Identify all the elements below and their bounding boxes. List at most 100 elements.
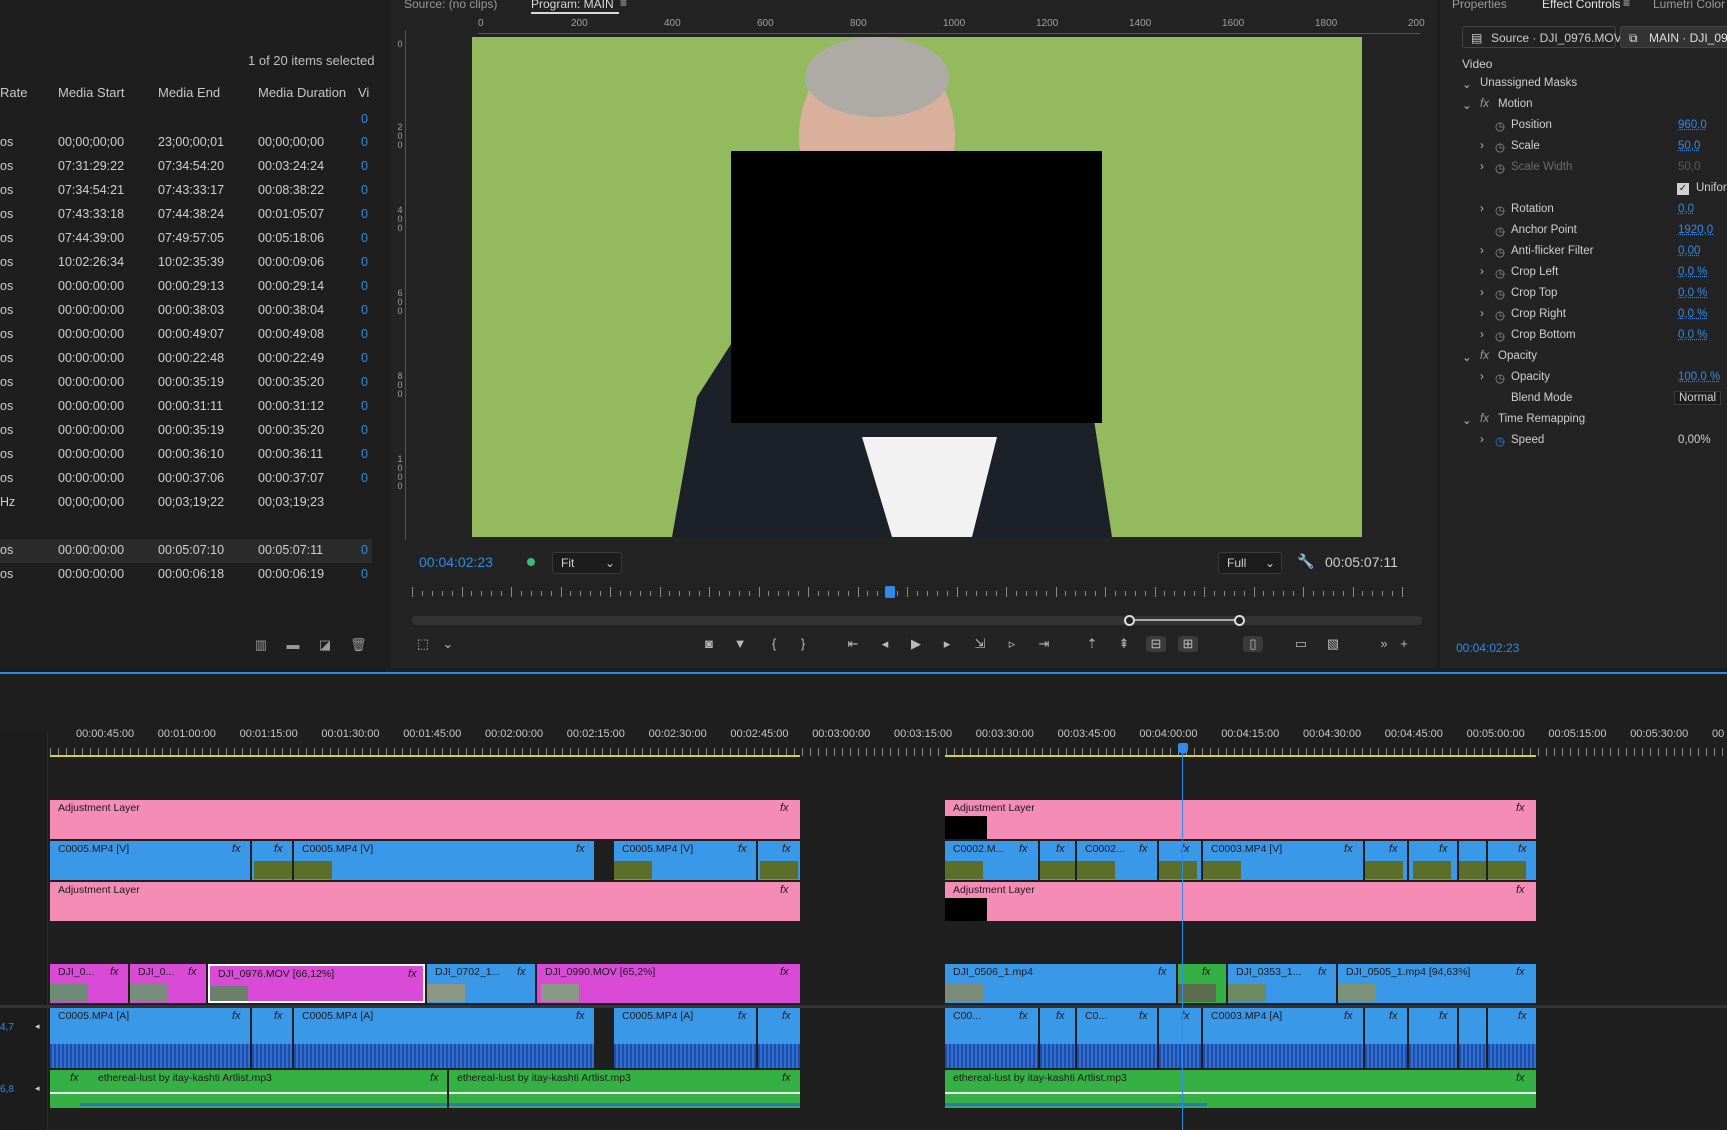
chevron-right-icon[interactable]: ›	[1480, 371, 1484, 383]
go-to-in-icon[interactable]: ⇤	[843, 636, 863, 652]
effect-value[interactable]: Normal	[1674, 391, 1722, 405]
stopwatch-icon[interactable]: ◷	[1495, 308, 1505, 322]
fx-badge[interactable]: fx	[782, 843, 791, 855]
timeline-playhead-line[interactable]	[1182, 752, 1183, 1130]
chevron-right-icon[interactable]: ›	[1480, 161, 1484, 173]
effect-row[interactable]: › ◷ Crop Bottom 0,0 %	[1440, 326, 1727, 347]
menu-icon[interactable]: ≡	[620, 0, 627, 10]
effect-value[interactable]: 50,0	[1678, 140, 1700, 152]
effect-value[interactable]: 0,00%	[1678, 434, 1711, 446]
fx-badge[interactable]: fx	[576, 1010, 585, 1022]
clip-adjustment-layer[interactable]: Adjustment Layer fx	[50, 882, 800, 921]
tab-lumetri-color[interactable]: Lumetri Color	[1653, 0, 1725, 11]
clip-dji-a[interactable]: DJI_0... fx	[50, 964, 128, 1003]
fx-badge[interactable]: fx	[1019, 843, 1028, 855]
effect-row[interactable]: › ◷ Crop Top 0,0 %	[1440, 284, 1727, 305]
effect-value[interactable]: 50,0	[1678, 161, 1700, 173]
fx-badge[interactable]: fx	[188, 966, 197, 978]
fx-badge[interactable]: fx	[1439, 843, 1448, 855]
chevron-down-icon[interactable]: ⌄	[438, 636, 458, 652]
stopwatch-icon[interactable]: ◷	[1495, 203, 1505, 217]
clip-audio-tail[interactable]: fx	[758, 1008, 800, 1068]
scroll-handle-right[interactable]	[1234, 615, 1245, 626]
clip-selected-green[interactable]: fx	[1178, 964, 1226, 1003]
clip-dji-b[interactable]: DJI_0... fx	[130, 964, 206, 1003]
clip-c0005-v[interactable]: C0005.MP4 [V] fx	[294, 841, 594, 880]
fx-badge[interactable]: fx	[1389, 1010, 1398, 1022]
source-chip[interactable]: ▤ Source · DJI_0976.MOV	[1462, 26, 1622, 48]
clip-dji-0976[interactable]: DJI_0976.MOV [66,12%] fx	[208, 964, 425, 1003]
fx-badge[interactable]: fx	[1518, 843, 1527, 855]
clip-music-1[interactable]: fx ethereal-lust by itay-kashti Artlist.…	[50, 1070, 447, 1108]
clip-dji-0505[interactable]: DJI_0505_1.mp4 [94,63%] fx	[1338, 964, 1536, 1003]
clip-adjustment-layer[interactable]: Adjustment Layer fx	[945, 800, 1536, 839]
clip-short[interactable]: fx	[1040, 841, 1075, 880]
new-item-icon[interactable]: ◪	[318, 638, 332, 652]
safe-margins-icon[interactable]: ⬚	[413, 636, 433, 652]
effect-value[interactable]: 0,0 %	[1678, 287, 1707, 299]
stopwatch-icon[interactable]: ◷	[1495, 245, 1505, 259]
stopwatch-icon[interactable]: ◷	[1495, 140, 1505, 154]
effect-row[interactable]: › ◷ Scale 50,0	[1440, 137, 1727, 158]
col-media-end[interactable]: Media End	[158, 85, 220, 100]
project-row[interactable]: os 07:44:39:00 07:49:57:05 00:05:18:06 0	[0, 227, 372, 251]
col-rate[interactable]: Rate	[0, 85, 27, 100]
stopwatch-icon[interactable]: ◷	[1495, 329, 1505, 343]
stopwatch-icon[interactable]: ◷	[1495, 287, 1505, 301]
current-timecode[interactable]: 00:04:02:23	[419, 554, 493, 570]
project-row[interactable]: os 00:00:00:00 00:00:29:13 00:00:29:14 0	[0, 275, 372, 299]
playhead-marker[interactable]	[885, 586, 896, 598]
effect-row[interactable]: › ◷ Scale Width 50,0	[1440, 158, 1727, 179]
stopwatch-icon[interactable]: ◷	[1495, 434, 1505, 448]
project-row[interactable]: os 07:34:54:21 07:43:33:17 00:08:38:22 0	[0, 179, 372, 203]
chevron-down-icon[interactable]: ⌄	[1462, 413, 1472, 427]
fx-badge[interactable]: fx	[738, 1010, 747, 1022]
clip-audio-short[interactable]	[1459, 1008, 1486, 1068]
effect-value[interactable]: 0,0 %	[1678, 308, 1707, 320]
fx-badge[interactable]: fx	[1139, 1010, 1148, 1022]
effect-row[interactable]: ⌄ fx Time Remapping	[1440, 410, 1727, 431]
tab-properties[interactable]: Properties	[1452, 0, 1507, 11]
track-arrow-icon[interactable]: ◂	[35, 1083, 40, 1094]
project-row[interactable]: os 00:00:00:00 00:00:06:18 00:00:06:19 0	[0, 563, 372, 587]
scroll-handle-left[interactable]	[1124, 615, 1135, 626]
extract-icon[interactable]: ⇞	[1114, 636, 1134, 652]
menu-icon[interactable]: ≡	[1623, 0, 1630, 10]
effect-value[interactable]: 960,0	[1678, 119, 1707, 131]
fx-badge[interactable]: fx	[1158, 966, 1167, 978]
clip-audio-short[interactable]: fx	[1040, 1008, 1075, 1068]
clip-dji-0506[interactable]: DJI_0506_1.mp4 fx	[945, 964, 1176, 1003]
clip-c0003-a[interactable]: C0003.MP4 [A] fx	[1203, 1008, 1363, 1068]
fx-badge[interactable]: fx	[738, 843, 747, 855]
fx-badge[interactable]: fx	[1202, 966, 1211, 978]
fx-badge[interactable]: fx	[430, 1072, 439, 1084]
chevron-down-icon[interactable]: ⌄	[1462, 77, 1472, 91]
work-area-bar-1[interactable]	[50, 755, 800, 757]
fx-badge[interactable]: fx	[780, 966, 789, 978]
fx-badge[interactable]: fx	[274, 843, 283, 855]
effect-value[interactable]: 0,0 %	[1678, 329, 1707, 341]
tab-effect-controls[interactable]: Effect Controls	[1542, 0, 1620, 11]
clip-dji-0353[interactable]: DJI_0353_1... fx	[1228, 964, 1336, 1003]
clip-c0005-a[interactable]: C0005.MP4 [A] fx	[614, 1008, 756, 1068]
chevron-down-icon[interactable]: ⌄	[1462, 350, 1472, 364]
effect-row[interactable]: ⌄ fx Opacity	[1440, 347, 1727, 368]
clip-c0005-v-short[interactable]: fx	[252, 841, 292, 880]
effect-row[interactable]: › ◷ Anti-flicker Filter 0,00	[1440, 242, 1727, 263]
new-bin-icon[interactable]: ▬	[286, 638, 300, 652]
fx-badge[interactable]: fx	[782, 1072, 791, 1084]
project-row[interactable]: os 10:02:26:34 10:02:35:39 00:00:09:06 0	[0, 251, 372, 275]
clip-short[interactable]: fx	[1409, 841, 1457, 880]
effect-row[interactable]: › ◷ Rotation 0,0	[1440, 200, 1727, 221]
fx-badge[interactable]: fx	[1518, 1010, 1527, 1022]
chevron-right-icon[interactable]: ›	[1480, 308, 1484, 320]
clip-short[interactable]	[1459, 841, 1486, 880]
overlay-icon[interactable]: ▧	[1323, 636, 1343, 652]
effect-row[interactable]: Blend Mode Normal	[1440, 389, 1727, 410]
stopwatch-icon[interactable]: ◷	[1495, 371, 1505, 385]
chevron-right-icon[interactable]: ›	[1480, 245, 1484, 257]
chevron-right-icon[interactable]: ›	[1480, 329, 1484, 341]
zoom-dropdown[interactable]: Fit ⌄	[552, 552, 622, 574]
fx-badge[interactable]: fx	[780, 802, 789, 814]
fx-badge[interactable]: fx	[1439, 1010, 1448, 1022]
